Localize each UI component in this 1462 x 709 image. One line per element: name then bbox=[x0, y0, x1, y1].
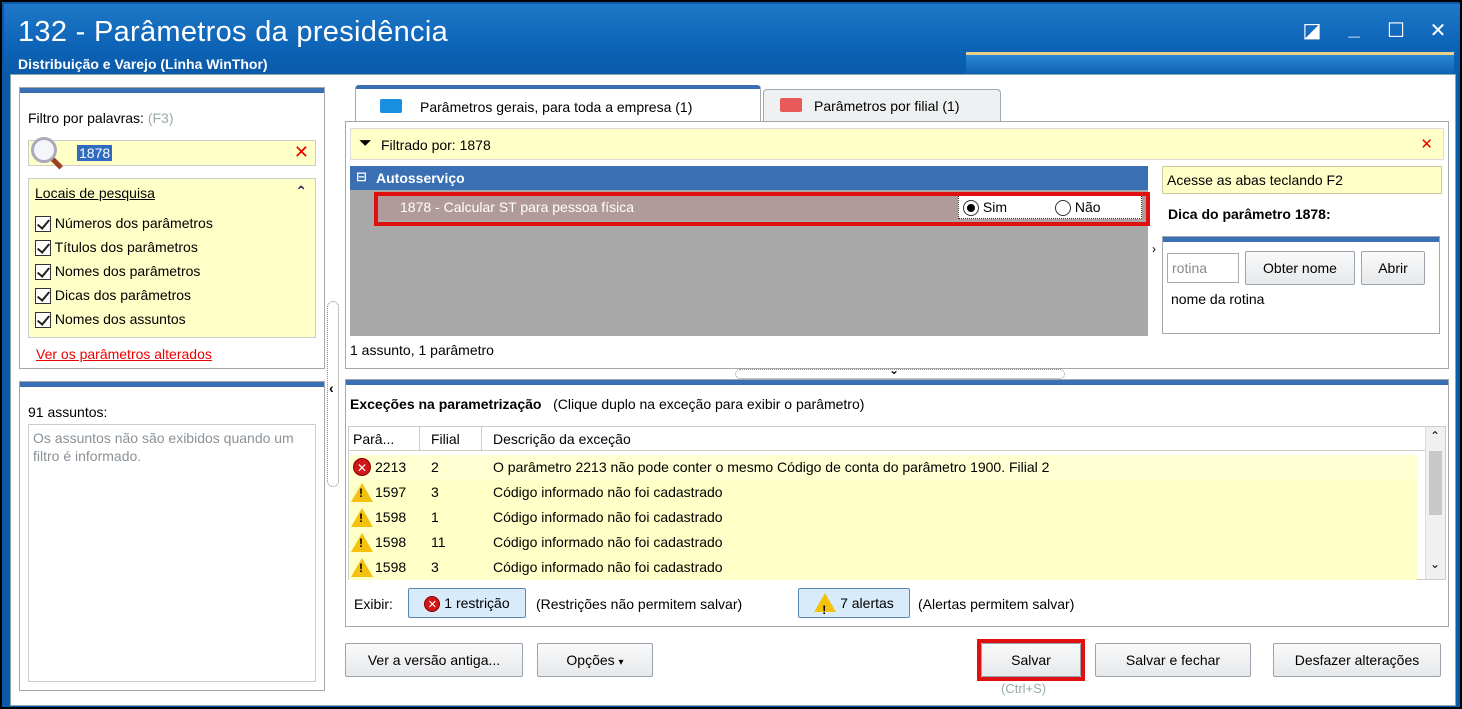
expand-icon[interactable]: ⊟ bbox=[356, 169, 367, 185]
exceptions-grid: Parâ... Filial Descrição da exceção ✕ 22… bbox=[348, 426, 1446, 580]
summary-text: 1 assunto, 1 parâmetro bbox=[350, 342, 494, 358]
subjects-message: Os assuntos não são exibidos quando um f… bbox=[33, 430, 294, 464]
locais-title: Locais de pesquisa bbox=[35, 185, 155, 201]
subjects-panel: 91 assuntos: Os assuntos não são exibido… bbox=[19, 381, 325, 691]
hint-box: Acesse as abas teclando F2 bbox=[1162, 166, 1442, 194]
hint-text: Acesse as abas teclando F2 bbox=[1167, 172, 1343, 188]
warning-icon bbox=[814, 592, 837, 624]
desfazer-button[interactable]: Desfazer alterações bbox=[1273, 643, 1441, 677]
col-filial[interactable]: Filial bbox=[431, 431, 460, 447]
exceptions-panel: Exceções na parametrização (Clique duplo… bbox=[345, 379, 1449, 627]
exceptions-hint: (Clique duplo na exceção para exibir o p… bbox=[553, 396, 865, 412]
restricoes-toggle[interactable]: ✕ 1 restrição bbox=[408, 588, 526, 618]
minimize-icon[interactable]: _ bbox=[1344, 18, 1364, 43]
table-row[interactable]: ✕ 2213 2 O parâmetro 2213 não pode conte… bbox=[349, 455, 1417, 480]
filter-value: 1878 bbox=[77, 145, 113, 161]
expand-tip-icon[interactable]: › bbox=[1152, 242, 1156, 256]
restore-icon[interactable]: ◪ bbox=[1302, 18, 1322, 43]
abrir-button[interactable]: Abrir bbox=[1361, 251, 1425, 285]
checkbox-dicas[interactable]: Dicas dos parâmetros bbox=[35, 287, 191, 305]
grid-header: Parâ... Filial Descrição da exceção bbox=[349, 427, 1427, 451]
warning-icon bbox=[351, 483, 373, 505]
salvar-fechar-button[interactable]: Salvar e fechar bbox=[1095, 643, 1251, 677]
filter-panel: Filtro por palavras: (F3) 1878 ✕ Locais … bbox=[19, 87, 325, 369]
subjects-list[interactable]: Os assuntos não são exibidos quando um f… bbox=[28, 424, 316, 682]
window-controls: ◪ _ ☐ ✕ bbox=[1302, 18, 1448, 43]
error-icon: ✕ bbox=[353, 458, 371, 476]
filter-shortcut: (F3) bbox=[147, 110, 174, 126]
search-locations: Locais de pesquisa ⌃ Números dos parâmet… bbox=[28, 178, 316, 338]
app-window: 132 - Parâmetros da presidência Distribu… bbox=[0, 0, 1462, 709]
window-subtitle: Distribuição e Varejo (Linha WinThor) bbox=[18, 56, 268, 72]
rotina-panel: rotina Obter nome Abrir nome da rotina bbox=[1162, 236, 1440, 334]
search-handle bbox=[50, 157, 64, 170]
versao-antiga-button[interactable]: Ver a versão antiga... bbox=[345, 643, 523, 677]
scroll-thumb[interactable] bbox=[1429, 451, 1442, 515]
changed-params-link[interactable]: Ver os parâmetros alterados bbox=[36, 346, 212, 362]
window-title: 132 - Parâmetros da presidência bbox=[18, 16, 449, 48]
error-icon: ✕ bbox=[424, 596, 441, 613]
clear-filter-icon[interactable]: ✕ bbox=[294, 142, 309, 163]
filter-label: Filtro por palavras: bbox=[28, 110, 144, 126]
col-param[interactable]: Parâ... bbox=[353, 431, 394, 447]
table-row[interactable]: 1597 3 Código informado não foi cadastra… bbox=[349, 480, 1417, 505]
rotina-input[interactable]: rotina bbox=[1167, 253, 1239, 283]
splitter-horizontal[interactable] bbox=[735, 369, 1065, 379]
rotina-name: nome da rotina bbox=[1171, 291, 1265, 307]
group-title: Autosserviço bbox=[376, 170, 465, 186]
dropdown-icon: ▾ bbox=[618, 657, 624, 668]
filter-search-input[interactable]: 1878 ✕ bbox=[28, 137, 316, 170]
tip-title: Dica do parâmetro 1878: bbox=[1168, 206, 1331, 222]
warning-icon bbox=[351, 558, 373, 580]
collapse-left-icon[interactable]: ‹ bbox=[329, 380, 334, 396]
folder-blue-icon bbox=[380, 99, 402, 113]
exibir-label: Exibir: bbox=[354, 596, 393, 612]
funnel-icon: ⏷ bbox=[359, 135, 372, 152]
col-descricao[interactable]: Descrição da exceção bbox=[493, 431, 631, 447]
group-autosservico[interactable]: ⊟ Autosserviço bbox=[350, 166, 1148, 190]
alertas-note: (Alertas permitem salvar) bbox=[918, 596, 1075, 612]
warning-icon bbox=[351, 533, 373, 555]
filter-status-bar: ⏷ Filtrado por: 1878 ✕ bbox=[350, 128, 1444, 160]
subjects-count: 91 assuntos: bbox=[28, 404, 108, 420]
checkbox-numeros[interactable]: Números dos parâmetros bbox=[35, 215, 213, 233]
params-frame: ⏷ Filtrado por: 1878 ✕ ⊟ Autosserviço 18… bbox=[345, 121, 1449, 369]
collapse-icon[interactable]: ⌃ bbox=[295, 183, 307, 200]
close-icon[interactable]: ✕ bbox=[1428, 18, 1448, 43]
client-area: Filtro por palavras: (F3) 1878 ✕ Locais … bbox=[10, 74, 1456, 706]
checkbox-assuntos[interactable]: Nomes dos assuntos bbox=[35, 311, 186, 329]
filtered-text: Filtrado por: 1878 bbox=[381, 137, 491, 153]
collapse-down-icon[interactable]: ⌄ bbox=[889, 363, 899, 377]
warning-icon bbox=[351, 508, 373, 530]
table-row[interactable]: 1598 1 Código informado não foi cadastra… bbox=[349, 505, 1417, 530]
highlight-param-row bbox=[374, 192, 1150, 226]
obter-nome-button[interactable]: Obter nome bbox=[1245, 251, 1355, 285]
tab-parametros-gerais[interactable]: Parâmetros gerais, para toda a empresa (… bbox=[355, 85, 761, 123]
highlight-salvar bbox=[977, 639, 1085, 681]
table-row[interactable]: 1598 11 Código informado não foi cadastr… bbox=[349, 530, 1417, 555]
checkbox-titulos[interactable]: Títulos dos parâmetros bbox=[35, 239, 198, 257]
salvar-shortcut: (Ctrl+S) bbox=[1001, 681, 1047, 696]
title-bar-decoration bbox=[966, 52, 1454, 76]
scroll-up-icon[interactable]: ⌃ bbox=[1430, 429, 1440, 443]
alertas-toggle[interactable]: 7 alertas bbox=[798, 588, 910, 624]
title-bar[interactable]: 132 - Parâmetros da presidência Distribu… bbox=[4, 4, 1460, 76]
maximize-icon[interactable]: ☐ bbox=[1386, 18, 1406, 43]
clear-filtered-icon[interactable]: ✕ bbox=[1420, 135, 1433, 153]
restricoes-note: (Restrições não permitem salvar) bbox=[536, 596, 743, 612]
grid-scrollbar[interactable]: ⌃ ⌄ bbox=[1425, 427, 1445, 579]
folder-red-icon bbox=[780, 98, 802, 112]
table-row[interactable]: 1598 3 Código informado não foi cadastra… bbox=[349, 555, 1417, 580]
opcoes-button[interactable]: Opções ▾ bbox=[537, 643, 653, 677]
checkbox-nomes[interactable]: Nomes dos parâmetros bbox=[35, 263, 200, 281]
exceptions-title: Exceções na parametrização bbox=[350, 396, 542, 412]
scroll-down-icon[interactable]: ⌄ bbox=[1430, 557, 1440, 571]
tab-parametros-filial[interactable]: Parâmetros por filial (1) bbox=[763, 89, 1001, 123]
